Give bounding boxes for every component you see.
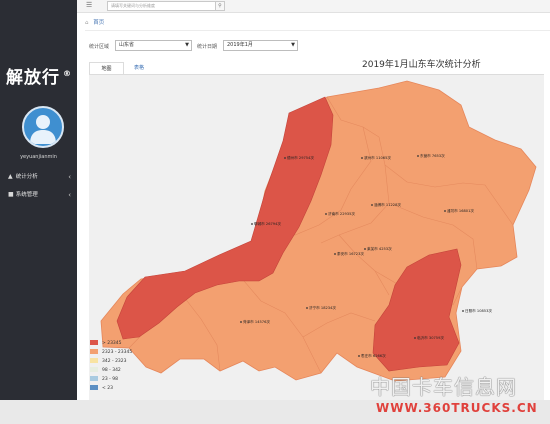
tab-table[interactable]: 表格: [127, 62, 151, 74]
home-icon: ⌂: [85, 20, 89, 26]
breadcrumb: ⌂ 首页: [85, 16, 550, 31]
breadcrumb-home-link[interactable]: 首页: [93, 20, 104, 26]
legend-label: > 23345: [102, 341, 122, 346]
map-label-zibo: 淄博市 11228次: [374, 202, 401, 207]
shandong-map: 德州市 29754次 滨州市 11065次 东营市 7653次 聊城市 2679…: [100, 80, 537, 382]
legend-item[interactable]: > 23345: [90, 340, 122, 348]
sidebar-item-label: 系统管理: [15, 192, 38, 198]
map-legend: > 23345 2323 - 23345 342 - 2323 98 - 342…: [90, 340, 150, 398]
logo-calligraphy: 解放行 ®: [6, 67, 72, 88]
map-label-weifang: 潍坊市 16801次: [447, 208, 474, 213]
sidebar-item-statistics[interactable]: ▲ 统计分析 ‹: [8, 171, 73, 183]
topbar: ☰ 请填写关键词与分析维度 ⚲: [77, 0, 550, 13]
legend-swatch: [90, 376, 98, 381]
username: yeyuanjianmin: [20, 154, 57, 160]
map-label-dezhou: 德州市 29754次: [287, 155, 314, 160]
map-label-binzhou: 滨州市 11065次: [364, 155, 391, 160]
legend-item[interactable]: 2323 - 23345: [90, 349, 132, 357]
svg-text:解放行: 解放行: [6, 67, 60, 88]
avatar[interactable]: [22, 106, 64, 148]
region-select-value: 山东省: [119, 42, 135, 48]
map-panel: 德州市 29754次 滨州市 11065次 东营市 7653次 聊城市 2679…: [89, 75, 544, 400]
legend-swatch: [90, 340, 98, 345]
caret-down-icon: ▼: [291, 42, 295, 48]
chevron-left-icon: ‹: [68, 173, 71, 181]
map-label-zaozhuang: 枣庄市 6266次: [361, 353, 386, 358]
legend-swatch: [90, 358, 98, 363]
chevron-left-icon: ‹: [68, 191, 71, 199]
month-select[interactable]: 2019年1月 ▼: [223, 40, 298, 51]
settings-icon: ■: [8, 191, 14, 198]
legend-swatch: [90, 385, 98, 390]
svg-text:®: ®: [63, 69, 72, 78]
region-label: 统计区域: [89, 44, 110, 50]
month-select-value: 2019年1月: [227, 42, 253, 48]
legend-item[interactable]: < 23: [90, 385, 113, 393]
month-label: 统计日期: [197, 44, 218, 50]
legend-label: 98 - 342: [102, 368, 121, 373]
chart-icon: ▲: [8, 173, 13, 180]
chart-title: 2019年1月山东车次统计分析: [362, 60, 481, 70]
sidebar: 解放行 ® yeyuanjianmin ▲ 统计分析 ‹ ■ 系统管理 ‹: [0, 0, 77, 400]
legend-label: < 23: [102, 386, 113, 391]
map-label-taian: 泰安市 16723次: [337, 251, 364, 256]
legend-label: 342 - 2323: [102, 359, 127, 364]
legend-label: 23 - 98: [102, 377, 118, 382]
caret-down-icon: ▼: [185, 42, 189, 48]
map-label-heze: 菏泽市 14576次: [243, 319, 270, 324]
sidebar-item-system[interactable]: ■ 系统管理 ‹: [8, 189, 73, 201]
menu-icon[interactable]: ☰: [86, 1, 92, 9]
map-label-dongying: 东营市 7653次: [420, 153, 445, 158]
map-label-jining: 济宁市 18234次: [309, 305, 336, 310]
legend-swatch: [90, 367, 98, 372]
map-label-jinan: 济南市 22935次: [328, 211, 355, 216]
search-icon[interactable]: ⚲: [215, 1, 225, 11]
legend-item[interactable]: 98 - 342: [90, 367, 121, 375]
sidebar-item-label: 统计分析: [15, 174, 38, 180]
search-input[interactable]: 请填写关键词与分析维度: [107, 1, 216, 11]
legend-item[interactable]: 23 - 98: [90, 376, 118, 384]
map-label-linyi: 临沂市 30759次: [417, 335, 444, 340]
brand-logo: 解放行 ®: [6, 66, 74, 88]
filter-bar: 统计区域 山东省 ▼ 统计日期 2019年1月 ▼: [89, 40, 409, 52]
map-label-liaocheng: 聊城市 26794次: [254, 221, 281, 226]
map-label-rizhao: 日照市 10853次: [465, 308, 492, 313]
user-icon: [30, 115, 56, 144]
legend-label: 2323 - 23345: [102, 350, 133, 355]
watermark-text: 中国卡车信息网: [370, 375, 517, 399]
legend-swatch: [90, 349, 98, 354]
app-window: 解放行 ® yeyuanjianmin ▲ 统计分析 ‹ ■ 系统管理 ‹ ☰ …: [0, 0, 550, 400]
region-select[interactable]: 山东省 ▼: [115, 40, 192, 51]
legend-item[interactable]: 342 - 2323: [90, 358, 127, 366]
watermark-url: WWW.360TRUCKS.CN: [376, 401, 538, 415]
map-label-laiwu: 莱芜市 4253次: [367, 246, 392, 251]
